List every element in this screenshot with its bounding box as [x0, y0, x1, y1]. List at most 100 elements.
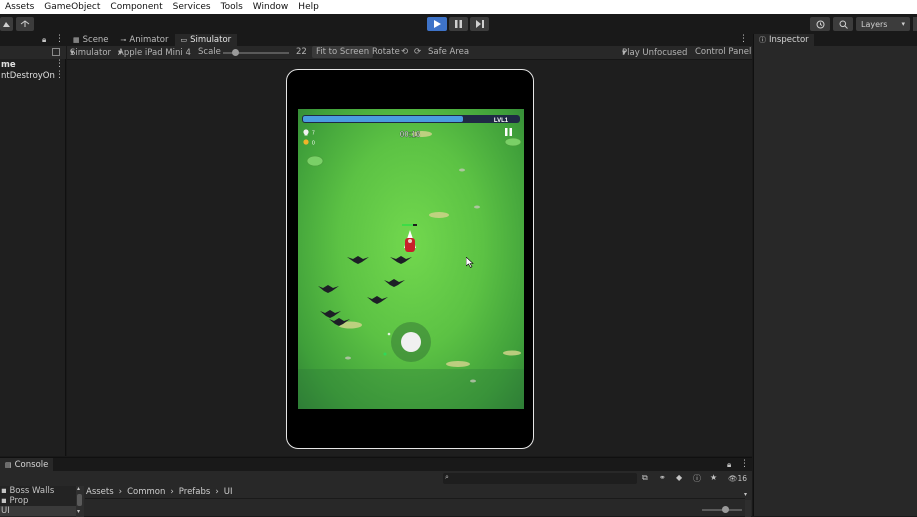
collab-icon [20, 20, 30, 27]
timer-label: 00:16 [400, 130, 421, 139]
menu-tools[interactable]: Tools [216, 2, 248, 12]
breadcrumb-item[interactable]: Assets [86, 487, 114, 497]
breadcrumb: Assets › Common › Prefabs › UI [86, 486, 232, 497]
tree-scrollbar[interactable]: ▴ ▾ [76, 485, 84, 517]
more-options-icon[interactable]: ⋮ [740, 459, 749, 469]
menu-component[interactable]: Component [105, 2, 167, 12]
hierarchy-row[interactable]: ntDestroyOnl ⋮ [0, 70, 66, 81]
filter-icon[interactable] [52, 48, 60, 56]
collab-button[interactable] [16, 17, 34, 31]
breadcrumb-item[interactable]: UI [224, 487, 233, 497]
tab-simulator[interactable]: ▭ Simulator [174, 34, 238, 46]
folder-icon: ▪ [1, 496, 7, 506]
list-item[interactable]: UI [0, 506, 76, 516]
main-toolbar: Layers ▾ [0, 14, 917, 34]
fit-to-screen-button[interactable]: Fit to Screen [312, 46, 374, 58]
mouse-cursor [466, 257, 474, 268]
history-icon [816, 20, 824, 28]
more-options-icon[interactable]: ⋮ [55, 34, 64, 44]
rotate-left-icon[interactable]: ⟲ [401, 47, 408, 57]
hierarchy-row[interactable]: me ⋮ [0, 59, 66, 70]
search-icon: ⌕ [445, 473, 449, 481]
folder-icon: ▪ [1, 486, 7, 496]
history-button[interactable] [810, 17, 830, 31]
device-label: Apple iPad Mini 4 [118, 48, 191, 58]
more-options-icon[interactable]: ⋮ [55, 59, 64, 69]
enemy-bats [318, 256, 412, 326]
icon-size-slider[interactable] [702, 506, 742, 513]
tab-console[interactable]: ▤ Console [0, 458, 54, 471]
lock-icon[interactable]: 🔒︎ [42, 35, 46, 45]
hidden-count: 👁︎16 [728, 474, 748, 483]
scale-value: 22 [296, 47, 307, 57]
chevron-down-icon[interactable]: ▾ [77, 508, 80, 515]
lock-icon[interactable]: 🔒︎ [727, 460, 731, 470]
project-search-input[interactable]: ⌕ [443, 473, 637, 484]
simulator-toolbar: Simulator ▾ Apple iPad Mini 4 ▾ Scale 22… [67, 46, 752, 60]
chevron-up-icon[interactable]: ▴ [77, 485, 80, 492]
layers-label: Layers [861, 19, 888, 29]
bottom-tabbar: ▤ Console 🔒︎ ⋮ [0, 458, 752, 471]
hierarchy-search-bar[interactable] [0, 46, 66, 59]
menu-services[interactable]: Services [168, 2, 216, 12]
kill-count: 7 [312, 131, 315, 137]
vignette-shadow [298, 369, 524, 409]
account-button[interactable] [0, 17, 13, 31]
device-frame: LVL1 00:16 7 0 [286, 69, 534, 449]
player-health-fill [402, 224, 413, 226]
list-item[interactable]: ▪ Boss Walls [1, 486, 54, 496]
view-tabs: ▦ Scene ⊸ Animator ▭ Simulator ⋮ [67, 34, 752, 46]
icon-size-slider-thumb[interactable] [722, 506, 729, 513]
search-icon [839, 20, 848, 29]
rotate-right-icon[interactable]: ⟳ [414, 47, 421, 57]
scale-label: Scale [198, 47, 221, 57]
animator-icon: ⊸ [120, 36, 127, 44]
play-button[interactable] [427, 17, 447, 31]
chevron-down-icon[interactable]: ▾ [744, 491, 747, 498]
search-button[interactable] [833, 17, 853, 31]
content-scrollbar[interactable] [745, 500, 751, 517]
tab-scene-label: Scene [82, 35, 109, 45]
tab-animator[interactable]: ⊸ Animator [115, 34, 175, 46]
breadcrumb-item[interactable]: Prefabs [179, 487, 211, 497]
more-options-icon[interactable]: ⋮ [739, 34, 748, 44]
chevron-right-icon: › [118, 486, 123, 497]
layers-dropdown[interactable]: Layers ▾ [856, 17, 910, 31]
hierarchy-row-label: ntDestroyOnl [1, 71, 58, 81]
scrollbar-thumb[interactable] [77, 494, 82, 506]
layout-button[interactable] [913, 17, 917, 31]
menu-assets[interactable]: Assets [0, 2, 39, 12]
tab-inspector[interactable]: ⓘ Inspector [754, 34, 814, 46]
label-filter-icon[interactable]: ◆ [676, 473, 682, 482]
tab-scene[interactable]: ▦ Scene [67, 34, 115, 46]
ground-patches [338, 131, 521, 367]
step-button[interactable] [470, 17, 489, 31]
menu-bar: Assets GameObject Component Services Too… [0, 0, 917, 14]
inspector-panel: ⓘ Inspector [753, 34, 917, 516]
breadcrumb-item[interactable]: Common [127, 487, 165, 497]
menu-gameobject[interactable]: GameObject [39, 2, 105, 12]
control-panel-button[interactable]: Control Panel [695, 47, 751, 57]
game-screen[interactable]: LVL1 00:16 7 0 [298, 109, 524, 409]
favorite-icon[interactable]: ★ [710, 473, 717, 482]
list-item-label: Boss Walls [9, 486, 55, 496]
skull-icon [303, 129, 309, 136]
player-character [402, 224, 417, 252]
coin-icon [303, 139, 309, 145]
tab-animator-label: Animator [129, 35, 169, 45]
play-mode-label: Play Unfocused [622, 48, 688, 58]
type-filter-icon[interactable]: ⚭ [659, 473, 666, 482]
menu-help[interactable]: Help [293, 2, 324, 12]
save-search-icon[interactable]: ⧉ [642, 473, 648, 483]
safe-area-toggle[interactable]: Safe Area [428, 47, 469, 57]
tab-inspector-label: Inspector [769, 35, 809, 45]
scale-slider-thumb[interactable] [232, 49, 239, 56]
rotate-label: Rotate [372, 47, 400, 57]
pause-button[interactable] [449, 17, 468, 31]
info-icon[interactable]: ⓘ [693, 473, 701, 484]
chevron-down-icon: ▾ [901, 20, 905, 28]
menu-window[interactable]: Window [248, 2, 294, 12]
more-options-icon[interactable]: ⋮ [55, 70, 64, 80]
list-item[interactable]: ▪ Prop [1, 496, 28, 506]
scale-slider[interactable] [223, 49, 289, 56]
